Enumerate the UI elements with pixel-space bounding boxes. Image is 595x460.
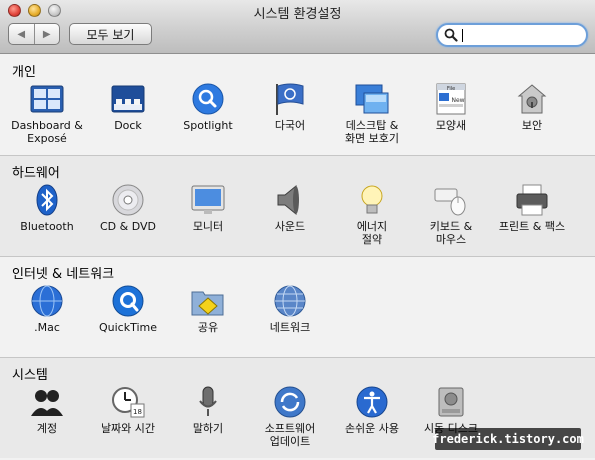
pref-label: 보안 [521, 119, 543, 132]
pref-network[interactable]: 네트워크 [249, 284, 331, 334]
pref-universal-access[interactable]: 손쉬운 사용 [331, 385, 413, 435]
svg-text:File: File [447, 86, 455, 92]
pref-appearance[interactable]: File New 모양새 [410, 82, 492, 132]
section-hardware: 하드웨어 Bluetooth CD & DVD 모니터 사운드 에너지 절약 키… [0, 155, 595, 256]
pref-label: 소프트웨어 업데이트 [264, 422, 316, 448]
dotmac-icon [31, 285, 63, 317]
pref-date-time[interactable]: 18 날짜와 시간 [87, 385, 169, 435]
universal-access-icon [356, 386, 388, 418]
appearance-icon: File New [436, 83, 466, 115]
pref-desktop-screensaver[interactable]: 데스크탑 & 화면 보호기 [331, 82, 413, 145]
quicktime-icon [112, 285, 144, 317]
watermark: frederick.tistory.com [432, 428, 584, 450]
pref-label: Bluetooth [20, 220, 74, 233]
search-icon [444, 28, 458, 42]
date-time-icon: 18 [112, 387, 145, 418]
pref-label: 에너지 절약 [356, 220, 388, 246]
pref-dock[interactable]: Dock [87, 82, 169, 132]
pref-print-fax[interactable]: 프린트 & 팩스 [491, 183, 573, 233]
bluetooth-icon [36, 184, 58, 216]
pref-accounts[interactable]: 계정 [6, 385, 88, 435]
forward-button[interactable]: ▶ [33, 24, 60, 44]
pref-label: CD & DVD [100, 220, 156, 233]
pref-keyboard-mouse[interactable]: 키보드 & 마우스 [410, 183, 492, 246]
section-title: 개인 [12, 65, 36, 80]
startup-disk-icon [438, 387, 464, 417]
pref-label: 다국어 [274, 119, 306, 132]
sharing-icon [191, 291, 224, 316]
pref-label: 데스크탑 & 화면 보호기 [344, 119, 400, 145]
pref-label: 말하기 [192, 422, 224, 435]
speech-icon [199, 386, 217, 416]
cd-dvd-icon [112, 184, 144, 216]
section-personal: 개인 Dashboard & Exposé Dock Spotlight 다국어… [0, 54, 595, 155]
search-field[interactable] [436, 23, 588, 47]
accounts-icon [31, 390, 63, 416]
pref-label: 날짜와 시간 [100, 422, 156, 435]
svg-text:18: 18 [133, 408, 142, 416]
pref-label: .Mac [34, 321, 60, 334]
pref-label: 네트워크 [269, 321, 311, 334]
section-internet-network: 인터넷 & 네트워크 .Mac QuickTime 공유 네트워크 [0, 256, 595, 357]
pref-energy-saver[interactable]: 에너지 절약 [331, 183, 413, 246]
pref-label: 사운드 [274, 220, 306, 233]
spotlight-icon [192, 83, 224, 115]
back-forward-control: ◀ ▶ [8, 23, 60, 45]
dashboard-expose-icon [30, 85, 64, 113]
pref-label: 모니터 [192, 220, 224, 233]
pref-sound[interactable]: 사운드 [249, 183, 331, 233]
pref-security[interactable]: 보안 [491, 82, 573, 132]
section-title: 시스템 [12, 368, 48, 383]
pref-international[interactable]: 다국어 [249, 82, 331, 132]
pref-label: 키보드 & 마우스 [429, 220, 473, 246]
pref-dashboard-expose[interactable]: Dashboard & Exposé [6, 82, 88, 145]
desktop-screensaver-icon [355, 84, 389, 114]
section-divider [0, 256, 595, 257]
software-update-icon [274, 386, 306, 418]
international-icon [276, 83, 304, 115]
pref-label: 계정 [36, 422, 58, 435]
pref-spotlight[interactable]: Spotlight [167, 82, 249, 132]
pref-displays[interactable]: 모니터 [167, 183, 249, 233]
pref-label: 프린트 & 팩스 [498, 220, 566, 233]
security-icon [517, 84, 547, 114]
keyboard-mouse-icon [434, 188, 466, 216]
pref-label: Dashboard & Exposé [11, 119, 83, 145]
pref-speech[interactable]: 말하기 [167, 385, 249, 435]
show-all-button[interactable]: 모두 보기 [69, 23, 152, 45]
section-divider [0, 357, 595, 358]
pref-dotmac[interactable]: .Mac [6, 284, 88, 334]
print-fax-icon [516, 184, 548, 216]
pref-software-update[interactable]: 소프트웨어 업데이트 [249, 385, 331, 448]
pref-cd-dvd[interactable]: CD & DVD [87, 183, 169, 233]
back-button[interactable]: ◀ [9, 24, 34, 44]
section-divider [0, 155, 595, 156]
sound-icon [277, 184, 299, 216]
system-preferences-window: 시스템 환경설정 ◀ ▶ 모두 보기 개인 Dashboard & Exposé… [0, 0, 595, 460]
dock-icon [111, 85, 145, 113]
text-caret [462, 29, 463, 42]
network-icon [274, 285, 306, 317]
pref-sharing[interactable]: 공유 [167, 284, 249, 334]
window-title: 시스템 환경설정 [253, 7, 342, 22]
pref-label: 공유 [197, 321, 219, 334]
displays-icon [191, 185, 225, 214]
titlebar: 시스템 환경설정 ◀ ▶ 모두 보기 [0, 0, 595, 54]
pref-label: 손쉬운 사용 [344, 422, 400, 435]
pref-bluetooth[interactable]: Bluetooth [6, 183, 88, 233]
pref-label: Dock [114, 119, 142, 132]
pref-label: 모양새 [435, 119, 467, 132]
pref-quicktime[interactable]: QuickTime [87, 284, 169, 334]
energy-saver-icon [361, 185, 383, 214]
pref-label: Spotlight [183, 119, 233, 132]
section-title: 인터넷 & 네트워크 [12, 267, 115, 282]
section-title: 하드웨어 [12, 166, 60, 181]
svg-text:New: New [451, 97, 464, 104]
pref-label: QuickTime [98, 321, 158, 334]
